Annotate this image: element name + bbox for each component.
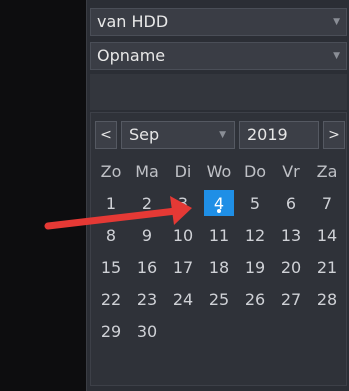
source-dropdown-value: van HDD (97, 12, 169, 31)
calendar-day[interactable]: 23 (129, 283, 165, 315)
source-dropdown[interactable]: van HDD ▼ (90, 8, 347, 36)
calendar-day[interactable]: 28 (309, 283, 345, 315)
calendar-day[interactable]: 22 (93, 283, 129, 315)
month-dropdown-value: Sep (129, 125, 160, 144)
calendar-day[interactable]: 17 (165, 251, 201, 283)
calendar-day[interactable]: 27 (273, 283, 309, 315)
chevron-down-icon: ▼ (333, 51, 340, 61)
calendar-day[interactable]: 7 (309, 187, 345, 219)
record-type-dropdown[interactable]: Opname ▼ (90, 42, 347, 70)
chevron-down-icon: ▼ (333, 17, 340, 27)
calendar-day[interactable]: 10 (165, 219, 201, 251)
weekday-saturday: Za (316, 161, 338, 181)
chevron-down-icon: ▼ (219, 130, 226, 140)
next-month-button[interactable]: > (323, 121, 345, 149)
calendar-day[interactable]: 30 (129, 315, 165, 347)
calendar-day[interactable]: 25 (201, 283, 237, 315)
weekday-thursday: Do (243, 161, 267, 181)
calendar-day-selected[interactable]: 4 (204, 190, 234, 216)
calendar-grid: Zo Ma Di Wo Do Vr Za 1 2 3 4 5 6 7 8 9 10 11 12 13 14… (93, 155, 346, 347)
weekday-tuesday: Di (174, 161, 192, 181)
panel-spacer (90, 74, 347, 110)
weekday-sunday: Zo (100, 161, 122, 181)
calendar-day[interactable]: 2 (129, 187, 165, 219)
calendar-day[interactable]: 16 (129, 251, 165, 283)
calendar-day[interactable]: 29 (93, 315, 129, 347)
year-field[interactable]: 2019 (239, 121, 319, 149)
record-type-dropdown-value: Opname (97, 46, 166, 65)
prev-month-button[interactable]: < (95, 121, 117, 149)
calendar-day[interactable]: 24 (165, 283, 201, 315)
calendar-day[interactable]: 26 (237, 283, 273, 315)
calendar-day[interactable]: 11 (201, 219, 237, 251)
calendar-day[interactable]: 15 (93, 251, 129, 283)
calendar-day[interactable]: 8 (93, 219, 129, 251)
calendar-day[interactable]: 9 (129, 219, 165, 251)
calendar-day[interactable]: 20 (273, 251, 309, 283)
calendar-day[interactable]: 13 (273, 219, 309, 251)
record-indicator-dot (217, 209, 221, 213)
calendar-day[interactable]: 5 (237, 187, 273, 219)
calendar-header: < Sep ▼ 2019 > (91, 121, 348, 149)
month-dropdown[interactable]: Sep ▼ (121, 121, 235, 149)
calendar-day[interactable]: 21 (309, 251, 345, 283)
calendar-day[interactable]: 3 (165, 187, 201, 219)
calendar-day[interactable]: 1 (93, 187, 129, 219)
calendar-day[interactable]: 14 (309, 219, 345, 251)
calendar: < Sep ▼ 2019 > Zo Ma Di Wo Do Vr Za 1234… (90, 112, 347, 386)
calendar-day[interactable]: 6 (273, 187, 309, 219)
weekday-monday: Ma (135, 161, 159, 181)
calendar-day[interactable]: 18 (201, 251, 237, 283)
calendar-day[interactable]: 19 (237, 251, 273, 283)
weekday-wednesday: Wo (206, 161, 232, 181)
weekday-friday: Vr (282, 161, 300, 181)
left-dark-area (0, 0, 86, 391)
calendar-day[interactable]: 12 (237, 219, 273, 251)
